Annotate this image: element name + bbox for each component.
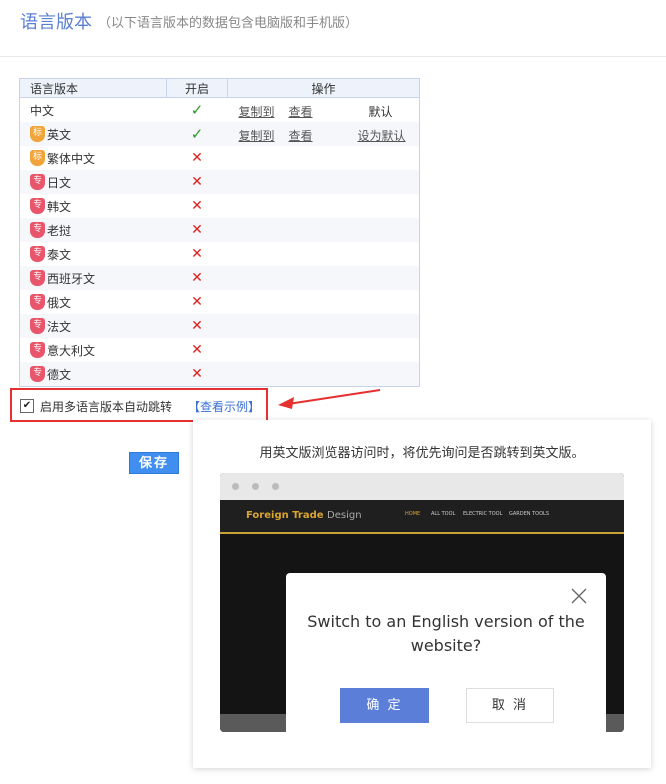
- language-table-body: 中文 ✓ 复制到 查看 默认标英文 ✓ 复制到 查看 设为默认标繁体中文 ✕ 专日文 ✕ 专韩文 ✕ 专老挝…: [19, 98, 420, 387]
- nav-item-electric-tool: ELECTRIC TOOL: [463, 511, 503, 517]
- premium-badge-icon: 专: [30, 222, 45, 238]
- disabled-cross-icon[interactable]: ✕: [191, 342, 203, 358]
- browser-title-bar: [220, 473, 624, 500]
- premium-badge-icon: 专: [30, 270, 45, 286]
- auto-redirect-checkbox[interactable]: ✔: [20, 399, 34, 413]
- premium-badge-icon: 专: [30, 366, 45, 382]
- premium-badge-icon: 专: [30, 246, 45, 262]
- premium-badge-icon: 专: [30, 198, 45, 214]
- premium-badge-icon: 专: [30, 174, 45, 190]
- table-row: 专意大利文 ✕: [20, 338, 420, 362]
- redirect-dialog: Switch to an English version of the webs…: [286, 573, 606, 732]
- premium-badge-icon: 专: [30, 342, 45, 358]
- language-name: 意大利文: [47, 343, 96, 358]
- disabled-cross-icon[interactable]: ✕: [191, 366, 203, 382]
- table-row: 专西班牙文 ✕: [19, 266, 420, 290]
- nav-item-home: HOME: [405, 511, 421, 517]
- view-link[interactable]: 查看: [289, 127, 313, 144]
- set-default-link[interactable]: 设为默认: [358, 127, 406, 144]
- arrow-left-icon: [278, 389, 381, 409]
- window-dot-icon: [232, 483, 239, 490]
- table-row: 标繁体中文 ✕: [20, 146, 420, 170]
- window-dot-icon: [252, 483, 259, 490]
- nav-item-all-tool: ALL TOOL: [431, 511, 456, 517]
- header-language: 语言版本: [19, 78, 167, 98]
- table-row: 专法文 ✕: [19, 314, 420, 338]
- language-name: 俄文: [47, 295, 72, 310]
- language-name: 中文: [30, 103, 55, 118]
- language-name: 德文: [47, 367, 72, 382]
- nav-item-garden-tools: GARDEN TOOLS: [509, 511, 549, 517]
- disabled-cross-icon[interactable]: ✕: [191, 222, 203, 238]
- preview-caption: 用英文版浏览器访问时，将优先询问是否跳转到英文版。: [259, 446, 585, 461]
- view-example-link[interactable]: 【查看示例】: [188, 398, 260, 415]
- disabled-cross-icon[interactable]: ✕: [191, 198, 203, 214]
- enabled-check-icon[interactable]: ✓: [191, 101, 204, 119]
- language-name: 日文: [47, 175, 72, 190]
- table-row: 标英文 ✓ 复制到 查看 设为默认: [19, 122, 420, 146]
- dialog-message: Switch to an English version of the webs…: [307, 612, 585, 655]
- auto-redirect-box: ✔ 启用多语言版本自动跳转 【查看示例】: [10, 388, 268, 422]
- disabled-cross-icon[interactable]: ✕: [191, 318, 203, 334]
- language-name: 老挝: [47, 223, 72, 238]
- disabled-cross-icon[interactable]: ✕: [191, 174, 203, 190]
- language-name: 西班牙文: [47, 271, 96, 286]
- page-header: 语言版本 （以下语言版本的数据包含电脑版和手机版）: [0, 0, 666, 57]
- default-label: 默认: [368, 105, 393, 119]
- language-name: 泰文: [47, 247, 72, 262]
- table-row: 专俄文 ✕: [20, 290, 420, 314]
- site-logo: Foreign Trade Design: [246, 510, 362, 521]
- disabled-cross-icon[interactable]: ✕: [191, 150, 203, 166]
- close-icon[interactable]: [570, 587, 588, 605]
- table-row: 中文 ✓ 复制到 查看 默认: [20, 98, 420, 123]
- confirm-button[interactable]: 确 定: [340, 688, 429, 723]
- enabled-check-icon[interactable]: ✓: [191, 125, 204, 143]
- table-row: 专泰文 ✕: [20, 242, 420, 266]
- header-enabled: 开启: [166, 78, 228, 98]
- table-row: 专老挝 ✕: [19, 218, 420, 242]
- language-table: 语言版本 开启 操作 中文 ✓ 复制到 查看 默认标英文 ✓ 复制到 查看 设为默认标繁体中文 ✕…: [19, 78, 420, 387]
- standard-badge-icon: 标: [30, 150, 45, 166]
- table-row: 专韩文 ✕: [20, 194, 420, 218]
- disabled-cross-icon[interactable]: ✕: [191, 294, 203, 310]
- window-dot-icon: [272, 483, 279, 490]
- page-title: 语言版本: [20, 12, 92, 33]
- language-name: 韩文: [47, 199, 72, 214]
- premium-badge-icon: 专: [30, 294, 45, 310]
- language-name: 繁体中文: [47, 151, 96, 166]
- premium-badge-icon: 专: [30, 318, 45, 334]
- cancel-button[interactable]: 取 消: [466, 688, 554, 723]
- page-subtitle: （以下语言版本的数据包含电脑版和手机版）: [98, 16, 359, 31]
- view-link[interactable]: 查看: [289, 103, 313, 120]
- table-row: 专德文 ✕: [19, 362, 420, 387]
- language-name: 法文: [47, 319, 72, 334]
- language-name: 英文: [47, 127, 72, 142]
- save-button[interactable]: 保存: [129, 452, 179, 474]
- disabled-cross-icon[interactable]: ✕: [191, 246, 203, 262]
- preview-card: 用英文版浏览器访问时，将优先询问是否跳转到英文版。 Foreign Trade …: [193, 420, 651, 768]
- table-row: 专日文 ✕: [19, 170, 420, 194]
- copy-to-link[interactable]: 复制到: [239, 127, 275, 144]
- copy-to-link[interactable]: 复制到: [239, 103, 275, 120]
- browser-mockup: Foreign Trade Design HOME ALL TOOL ELECT…: [220, 473, 624, 732]
- auto-redirect-label: 启用多语言版本自动跳转: [40, 400, 173, 414]
- header-operations: 操作: [227, 78, 420, 98]
- site-navbar: Foreign Trade Design HOME ALL TOOL ELECT…: [220, 500, 624, 534]
- disabled-cross-icon[interactable]: ✕: [191, 270, 203, 286]
- standard-badge-icon: 标: [30, 126, 45, 142]
